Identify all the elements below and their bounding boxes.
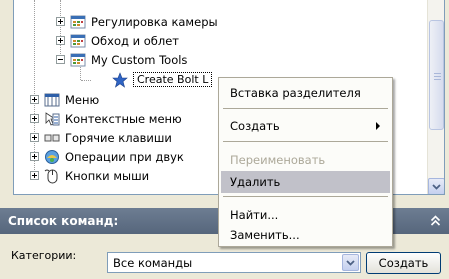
tree-node-my-custom-tools[interactable]: My Custom Tools	[56, 50, 187, 69]
tree-node-walkthrough[interactable]: Обход и облет	[56, 31, 179, 50]
collapse-icon[interactable]	[56, 55, 65, 64]
mouse-icon	[44, 169, 58, 183]
menu-item-label: Переименовать	[230, 153, 326, 167]
tree-node-label: Кнопки мыши	[65, 168, 150, 183]
star-icon	[112, 71, 128, 88]
tree-node-mouse-buttons[interactable]: Кнопки мыши	[30, 166, 149, 185]
context-menu-icon	[45, 111, 60, 126]
scroll-grip-icon	[434, 73, 441, 80]
expand-icon[interactable]	[56, 17, 65, 26]
tree-node-camera[interactable]: Регулировка камеры	[56, 12, 218, 31]
tree-node-label: Горячие клавиши	[65, 130, 172, 145]
tree-node-label: Обход и облет	[91, 33, 179, 48]
tree-scrollbar[interactable]	[427, 0, 444, 194]
tree-node-label: Меню	[65, 92, 100, 107]
menu-item-label: Удалить	[230, 175, 281, 189]
double-click-icon	[45, 149, 59, 164]
create-button[interactable]: Создать	[366, 252, 441, 274]
tree-node-label: Операции при двук	[65, 149, 184, 164]
category-label: Категории:	[11, 249, 77, 262]
expand-icon[interactable]	[30, 133, 39, 142]
tree-node-label: Create Bolt L	[133, 72, 213, 87]
toolbar-icon	[70, 15, 86, 28]
double-chevron-up-icon	[430, 215, 440, 226]
expand-icon[interactable]	[30, 114, 39, 123]
submenu-arrow-icon	[376, 122, 380, 130]
menu-item-label: Найти...	[230, 208, 279, 222]
menu-item-replace[interactable]: Заменить...	[221, 224, 390, 246]
toolbar-icon	[70, 34, 86, 47]
tree-node-double-click[interactable]: Операции при двук	[30, 147, 184, 166]
expand-icon[interactable]	[30, 171, 39, 180]
expand-icon[interactable]	[30, 95, 39, 104]
menu-item-insert-separator[interactable]: Вставка разделителя	[221, 82, 390, 104]
category-select[interactable]: Все команды	[107, 252, 361, 273]
category-select-value: Все команды	[113, 255, 193, 270]
tree-node-menu[interactable]: Меню	[30, 90, 99, 109]
tree-node-label: Регулировка камеры	[91, 14, 218, 29]
tree-node-hotkeys[interactable]: Горячие клавиши	[30, 128, 172, 147]
menu-item-label: Заменить...	[230, 228, 300, 242]
scroll-down-button[interactable]	[428, 178, 444, 194]
menu-item-find[interactable]: Найти...	[221, 204, 390, 226]
tree-node-label: Контекстные меню	[65, 111, 182, 126]
collapse-section-button[interactable]	[427, 213, 443, 229]
chevron-down-icon	[432, 183, 441, 190]
menu-item-rename[interactable]: Переименовать	[221, 149, 390, 171]
menu-icon	[44, 93, 60, 106]
menu-separator	[223, 196, 388, 197]
menu-separator	[223, 141, 388, 142]
menu-separator	[223, 108, 388, 109]
menu-item-label: Вставка разделителя	[230, 86, 361, 100]
expand-icon[interactable]	[30, 152, 39, 161]
tree-node-label: My Custom Tools	[91, 52, 188, 67]
keyboard-icon	[44, 134, 60, 141]
expand-icon[interactable]	[56, 36, 65, 45]
command-list-title: Список команд:	[8, 214, 119, 228]
menu-item-label: Создать	[230, 119, 280, 133]
chevron-down-icon	[346, 259, 355, 266]
menu-item-delete[interactable]: Удалить	[221, 171, 390, 193]
tree-guide-line	[81, 80, 91, 81]
tree-node-create-bolt[interactable]: Create Bolt L	[112, 70, 213, 89]
tree-node-context-menus[interactable]: Контекстные меню	[30, 109, 182, 128]
toolbar-icon	[70, 53, 86, 66]
context-menu: Вставка разделителя Создать Переименоват…	[218, 77, 393, 247]
menu-item-create[interactable]: Создать	[221, 115, 390, 137]
dropdown-button[interactable]	[342, 254, 359, 271]
scroll-thumb[interactable]	[429, 20, 444, 130]
